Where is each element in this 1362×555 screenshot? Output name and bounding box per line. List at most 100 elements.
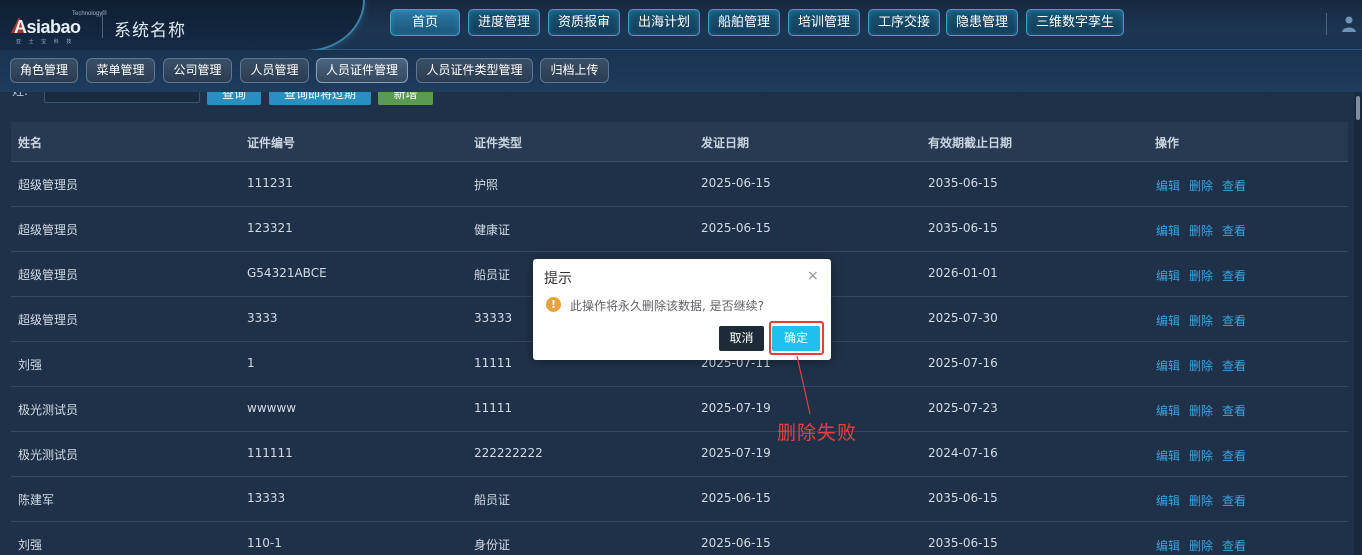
delete-link[interactable]: 删除	[1189, 312, 1213, 329]
cell-cert-type: 11111	[474, 401, 513, 415]
header-issue-date: 发证日期	[701, 136, 750, 150]
cell-expiry-date: 2035-06-15	[928, 491, 998, 505]
edit-link[interactable]: 编辑	[1156, 177, 1180, 194]
annotation-text: 删除失败	[777, 422, 858, 444]
view-link[interactable]: 查看	[1222, 357, 1246, 374]
cell-issue-date: 2025-06-15	[701, 491, 771, 505]
table-row: 超级管理员 111231 护照 2025-06-15 2035-06-15 编辑 删除 查看	[11, 162, 1348, 207]
view-link[interactable]: 查看	[1222, 177, 1246, 194]
cell-cert-type: 护照	[474, 178, 499, 192]
brand-panel: Technology® Asiabao 亚 士 宝 科 技 系统名称	[0, 0, 365, 52]
user-icon[interactable]	[1339, 14, 1359, 34]
delete-link[interactable]: 删除	[1189, 447, 1213, 464]
nav-sea-plan[interactable]: 出海计划	[628, 9, 700, 36]
view-link[interactable]: 查看	[1222, 312, 1246, 329]
view-link[interactable]: 查看	[1222, 447, 1246, 464]
header-separator	[1326, 13, 1327, 35]
header-name: 姓名	[18, 136, 43, 150]
cell-issue-date: 2025-07-19	[701, 401, 771, 415]
delete-link[interactable]: 删除	[1189, 537, 1213, 554]
cell-cert-type: 11111	[474, 356, 513, 370]
edit-link[interactable]: 编辑	[1156, 402, 1180, 419]
edit-link[interactable]: 编辑	[1156, 357, 1180, 374]
cell-cert-no: wwwww	[247, 401, 297, 415]
delete-link[interactable]: 删除	[1189, 357, 1213, 374]
cell-issue-date: 2025-06-15	[701, 176, 771, 190]
cell-cert-type: 身份证	[474, 538, 511, 552]
tab-personnel-certificate[interactable]: 人员证件管理	[316, 58, 408, 83]
cancel-button[interactable]: 取消	[719, 326, 764, 351]
nav-training[interactable]: 培训管理	[788, 9, 860, 36]
header-cert-no: 证件编号	[247, 136, 296, 150]
nav-vessel[interactable]: 船舶管理	[708, 9, 780, 36]
cell-cert-no: 123321	[247, 221, 293, 235]
nav-handover[interactable]: 工序交接	[868, 9, 940, 36]
cell-name: 超级管理员	[18, 178, 79, 192]
nav-digital-twin[interactable]: 三维数字孪生	[1026, 9, 1124, 36]
cell-cert-type: 健康证	[474, 223, 511, 237]
cell-cert-type: 222222222	[474, 446, 543, 460]
dialog-title: 提示	[544, 271, 572, 287]
nav-qualification[interactable]: 资质报审	[548, 9, 620, 36]
cell-name: 极光测试员	[18, 448, 79, 462]
view-link[interactable]: 查看	[1222, 402, 1246, 419]
header-expiry-date: 有效期截止日期	[928, 136, 1013, 150]
logo-sub-text: 亚 士 宝 科 技	[16, 39, 75, 45]
cell-issue-date: 2025-06-15	[701, 221, 771, 235]
cell-expiry-date: 2024-07-16	[928, 446, 998, 460]
view-link[interactable]: 查看	[1222, 222, 1246, 239]
cell-cert-no: 111231	[247, 176, 293, 190]
tab-menu-management[interactable]: 菜单管理	[86, 58, 155, 83]
cell-name: 超级管理员	[18, 223, 79, 237]
cell-cert-no: 1	[247, 356, 255, 370]
table-row: 刘强 110-1 身份证 2025-06-15 2035-06-15 编辑 删除 查看	[11, 522, 1348, 555]
edit-link[interactable]: 编辑	[1156, 447, 1180, 464]
table-header: 姓名 证件编号 证件类型 发证日期 有效期截止日期 操作	[11, 122, 1348, 162]
cell-cert-no: G54321ABCE	[247, 266, 327, 280]
view-link[interactable]: 查看	[1222, 267, 1246, 284]
delete-link[interactable]: 删除	[1189, 222, 1213, 239]
cell-cert-no: 3333	[247, 311, 278, 325]
tab-certificate-type[interactable]: 人员证件类型管理	[416, 58, 533, 83]
cell-issue-date: 2025-06-15	[701, 536, 771, 550]
cell-name: 刘强	[18, 358, 43, 372]
brand-divider	[102, 12, 103, 38]
delete-link[interactable]: 删除	[1189, 492, 1213, 509]
nav-hazard[interactable]: 隐患管理	[946, 9, 1018, 36]
cell-cert-no: 110-1	[247, 536, 282, 550]
annotation-highlight-box	[769, 321, 824, 355]
cell-name: 超级管理员	[18, 313, 79, 327]
cell-cert-no: 13333	[247, 491, 286, 505]
cell-expiry-date: 2026-01-01	[928, 266, 998, 280]
cell-cert-no: 111111	[247, 446, 293, 460]
view-link[interactable]: 查看	[1222, 537, 1246, 554]
dialog-message: 此操作将永久删除该数据, 是否继续?	[570, 299, 764, 313]
top-header: Technology® Asiabao 亚 士 宝 科 技 系统名称 首页 进度…	[0, 0, 1362, 52]
header-actions: 操作	[1155, 136, 1180, 150]
view-link[interactable]: 查看	[1222, 492, 1246, 509]
edit-link[interactable]: 编辑	[1156, 267, 1180, 284]
company-logo: Technology® Asiabao 亚 士 宝 科 技	[11, 10, 107, 45]
header-cert-type: 证件类型	[474, 136, 523, 150]
nav-progress[interactable]: 进度管理	[468, 9, 540, 36]
tab-company-management[interactable]: 公司管理	[163, 58, 232, 83]
tab-role-management[interactable]: 角色管理	[10, 58, 78, 83]
edit-link[interactable]: 编辑	[1156, 312, 1180, 329]
delete-link[interactable]: 删除	[1189, 177, 1213, 194]
cell-expiry-date: 2035-06-15	[928, 221, 998, 235]
table-row: 极光测试员 wwwww 11111 2025-07-19 2025-07-23 编辑 删除查…	[11, 387, 1348, 432]
tab-personnel-management[interactable]: 人员管理	[240, 58, 309, 83]
delete-link[interactable]: 删除	[1189, 402, 1213, 419]
close-icon[interactable]: ×	[807, 268, 819, 284]
delete-link[interactable]: 删除	[1189, 267, 1213, 284]
cell-name: 极光测试员	[18, 403, 79, 417]
scrollbar-track[interactable]	[1354, 92, 1362, 555]
cell-expiry-date: 2025-07-30	[928, 311, 998, 325]
tab-archive-upload[interactable]: 归档上传	[540, 58, 609, 83]
sub-tab-bar: 角色管理 菜单管理 公司管理 人员管理 人员证件管理 人员证件类型管理 归档上传	[0, 50, 1362, 92]
edit-link[interactable]: 编辑	[1156, 492, 1180, 509]
nav-home[interactable]: 首页	[390, 9, 460, 36]
edit-link[interactable]: 编辑	[1156, 222, 1180, 239]
scrollbar-thumb[interactable]	[1356, 96, 1360, 120]
edit-link[interactable]: 编辑	[1156, 537, 1180, 554]
